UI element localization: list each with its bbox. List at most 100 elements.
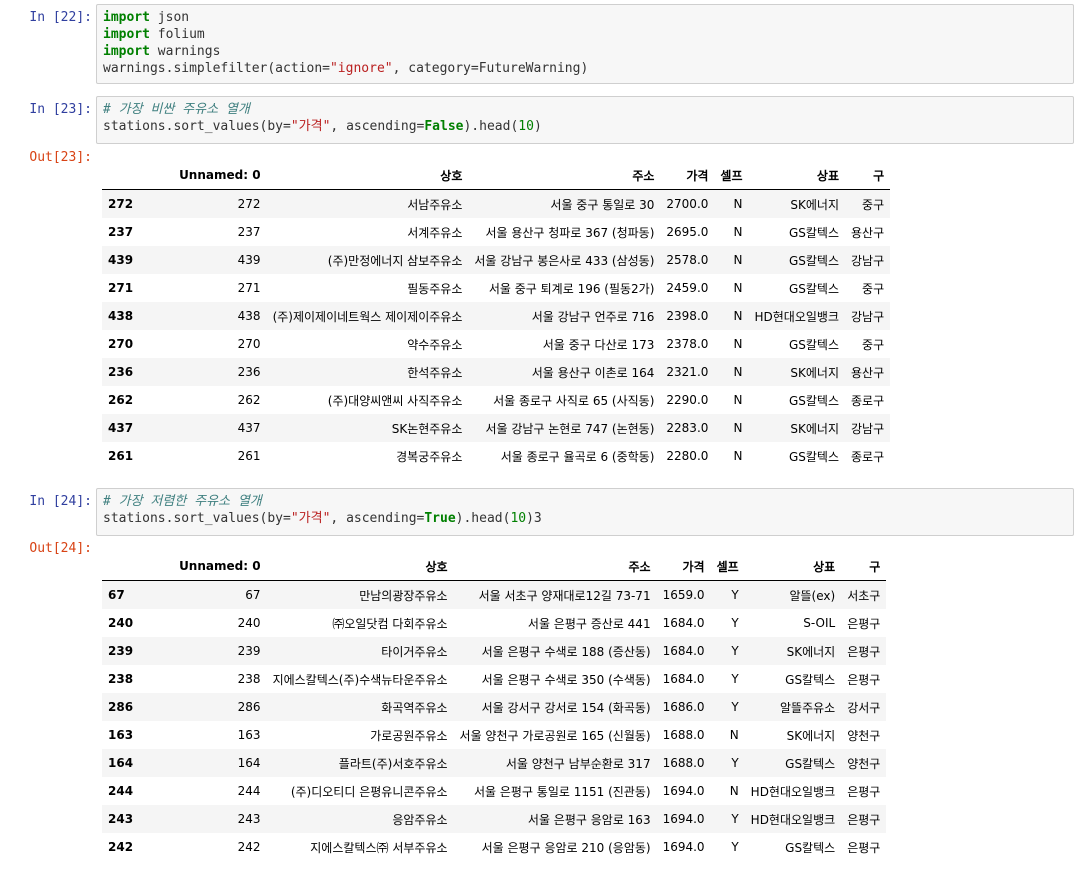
table-row: 438 438 (주)제이제이네트웍스 제이제이주유소 서울 강남구 언주로 716 2… bbox=[102, 302, 891, 330]
row-index: 67 bbox=[108, 588, 125, 602]
table-cell: 1684.0 bbox=[662, 672, 705, 686]
table-cell: N bbox=[729, 728, 739, 742]
table-cell: 67 bbox=[245, 588, 261, 602]
table-cell: N bbox=[733, 365, 743, 379]
table-row: 238 238 지에스칼텍스(주)수색뉴타운주유소 서울 은평구 수색로 350 (수… bbox=[102, 665, 887, 693]
table-cell: 1686.0 bbox=[662, 700, 705, 714]
table-cell: 439 bbox=[237, 253, 261, 267]
table-cell: 서남주유소 bbox=[407, 197, 463, 212]
table-cell: SK에너지 bbox=[790, 365, 840, 380]
dataframe-output-24: Unnamed: 0 상호 주소 가격 셀프 상표 구 67 67 만남의광장주유소 서울 서초구… bbox=[102, 552, 887, 861]
table-cell: Y bbox=[731, 700, 739, 714]
column-header: 상호 bbox=[266, 161, 469, 190]
code-input-22[interactable]: import json import folium import warnings w… bbox=[96, 4, 1074, 84]
code-token: # 가장 저렴한 주유소 열개 bbox=[103, 494, 262, 509]
column-header: 셀프 bbox=[714, 161, 749, 190]
row-index: 164 bbox=[108, 756, 134, 770]
table-row: 237 237 서계주유소 서울 용산구 청파로 367 (청파동) 2695.0 N GS… bbox=[102, 218, 891, 246]
table-cell: 1694.0 bbox=[662, 840, 705, 854]
table-row: 439 439 (주)만정에너지 삼보주유소 서울 강남구 봉은사로 433 (삼성동… bbox=[102, 246, 891, 274]
table-cell: 271 bbox=[237, 281, 261, 295]
column-header: 상표 bbox=[744, 552, 842, 581]
table-cell: 강남구 bbox=[851, 253, 885, 268]
table-cell: 만남의광장주유소 bbox=[359, 588, 448, 603]
table-cell: 강남구 bbox=[851, 309, 885, 324]
table-cell: 용산구 bbox=[851, 225, 885, 240]
table-cell: 서울 은평구 통일로 1151 (진관동) bbox=[473, 784, 651, 799]
table-cell: 1684.0 bbox=[662, 644, 705, 658]
row-index: 237 bbox=[108, 225, 134, 239]
table-cell: 239 bbox=[237, 644, 261, 658]
table-cell: Y bbox=[731, 616, 739, 630]
table-cell: 2398.0 bbox=[666, 309, 709, 323]
table-cell: 2321.0 bbox=[666, 365, 709, 379]
table-cell: GS칼텍스 bbox=[788, 253, 840, 268]
code-token: json bbox=[149, 10, 190, 25]
table-cell: 서울 강서구 강서로 154 (화곡동) bbox=[481, 700, 651, 715]
table-cell: 타이거주유소 bbox=[381, 644, 448, 659]
table-cell: 중구 bbox=[862, 281, 885, 296]
code-input-24[interactable]: # 가장 저렴한 주유소 열개 stations.sort_values(by="… bbox=[96, 488, 1074, 536]
table-row: 270 270 약수주유소 서울 중구 다산로 173 2378.0 N GS칼텍스 중구 bbox=[102, 330, 891, 358]
table-cell: 1684.0 bbox=[662, 616, 705, 630]
table-cell: N bbox=[733, 197, 743, 211]
table-cell: 서울 양천구 가로공원로 165 (신월동) bbox=[459, 728, 651, 743]
table-cell: 중구 bbox=[862, 337, 885, 352]
table-cell: 서울 중구 통일로 30 bbox=[550, 197, 655, 212]
table-cell: 은평구 bbox=[847, 784, 881, 799]
table-cell: 서초구 bbox=[847, 588, 881, 603]
code-line: stations.sort_values(by="가격", ascending=… bbox=[103, 510, 1067, 527]
table-header-row: Unnamed: 0 상호 주소 가격 셀프 상표 구 bbox=[102, 552, 887, 581]
table-row: 261 261 경복궁주유소 서울 종로구 율곡로 6 (중학동) 2280.0 N GS칼… bbox=[102, 442, 891, 470]
table-cell: 1688.0 bbox=[662, 728, 705, 742]
table-cell: N bbox=[733, 393, 743, 407]
table-row: 271 271 필동주유소 서울 중구 퇴계로 196 (필동2가) 2459.0 N GS… bbox=[102, 274, 891, 302]
row-index: 238 bbox=[108, 672, 134, 686]
table-cell: 알뜰주유소 bbox=[779, 700, 836, 715]
row-index: 272 bbox=[108, 197, 134, 211]
input-prompt-23: In [23]: bbox=[29, 102, 92, 117]
table-cell: 164 bbox=[237, 756, 261, 770]
column-header: Unnamed: 0 bbox=[173, 161, 267, 190]
table-row: 240 240 ㈜오일닷컴 다회주유소 서울 은평구 증산로 441 1684.0 Y S-… bbox=[102, 609, 887, 637]
table-cell: N bbox=[733, 309, 743, 323]
code-token: , ascending= bbox=[330, 511, 425, 526]
table-cell: 종로구 bbox=[851, 449, 885, 464]
table-cell: 237 bbox=[237, 225, 261, 239]
code-token: , category=FutureWarning) bbox=[392, 61, 589, 76]
code-token: warnings bbox=[149, 44, 221, 59]
table-cell: 은평구 bbox=[847, 644, 881, 659]
code-token: 10 bbox=[518, 119, 534, 134]
table-cell: 강서구 bbox=[847, 700, 881, 715]
table-cell: 한석주유소 bbox=[407, 365, 463, 380]
row-index: 236 bbox=[108, 365, 134, 379]
table-cell: 강남구 bbox=[851, 421, 885, 436]
table-header-row: Unnamed: 0 상호 주소 가격 셀프 상표 구 bbox=[102, 161, 891, 190]
table-cell: 242 bbox=[237, 840, 261, 854]
code-token: False bbox=[424, 119, 464, 134]
table-cell: (주)제이제이네트웍스 제이제이주유소 bbox=[272, 309, 463, 324]
code-token: warnings.simplefilter(action= bbox=[103, 61, 330, 76]
code-input-23[interactable]: # 가장 비싼 주유소 열개 stations.sort_values(by="가… bbox=[96, 96, 1074, 144]
table-cell: S-OIL bbox=[803, 616, 836, 630]
table-cell: 서울 용산구 청파로 367 (청파동) bbox=[485, 225, 655, 240]
table-cell: SK에너지 bbox=[790, 421, 840, 436]
row-index: 286 bbox=[108, 700, 134, 714]
code-token: import bbox=[103, 44, 150, 59]
dataframe-output-23: Unnamed: 0 상호 주소 가격 셀프 상표 구 272 272 서남주유소 서울 중구 통… bbox=[102, 161, 891, 470]
code-line: # 가장 저렴한 주유소 열개 bbox=[103, 493, 1067, 510]
table-cell: 은평구 bbox=[847, 672, 881, 687]
table-cell: 서울 은평구 수색로 350 (수색동) bbox=[481, 672, 651, 687]
table-cell: 은평구 bbox=[847, 840, 881, 855]
table-cell: 서울 강남구 논현로 747 (논현동) bbox=[485, 421, 655, 436]
code-token: "가격" bbox=[290, 511, 331, 526]
index-header bbox=[102, 161, 174, 190]
code-line: # 가장 비싼 주유소 열개 bbox=[103, 101, 1067, 118]
table-cell: N bbox=[733, 449, 743, 463]
table-cell: 종로구 bbox=[851, 393, 885, 408]
table-row: 437 437 SK논현주유소 서울 강남구 논현로 747 (논현동) 2283.0 N… bbox=[102, 414, 891, 442]
table-cell: 응암주유소 bbox=[392, 812, 448, 827]
code-token: ).head( bbox=[455, 511, 511, 526]
table-cell: N bbox=[733, 225, 743, 239]
table-row: 272 272 서남주유소 서울 중구 통일로 30 2700.0 N SK에너지 중구 bbox=[102, 189, 891, 218]
